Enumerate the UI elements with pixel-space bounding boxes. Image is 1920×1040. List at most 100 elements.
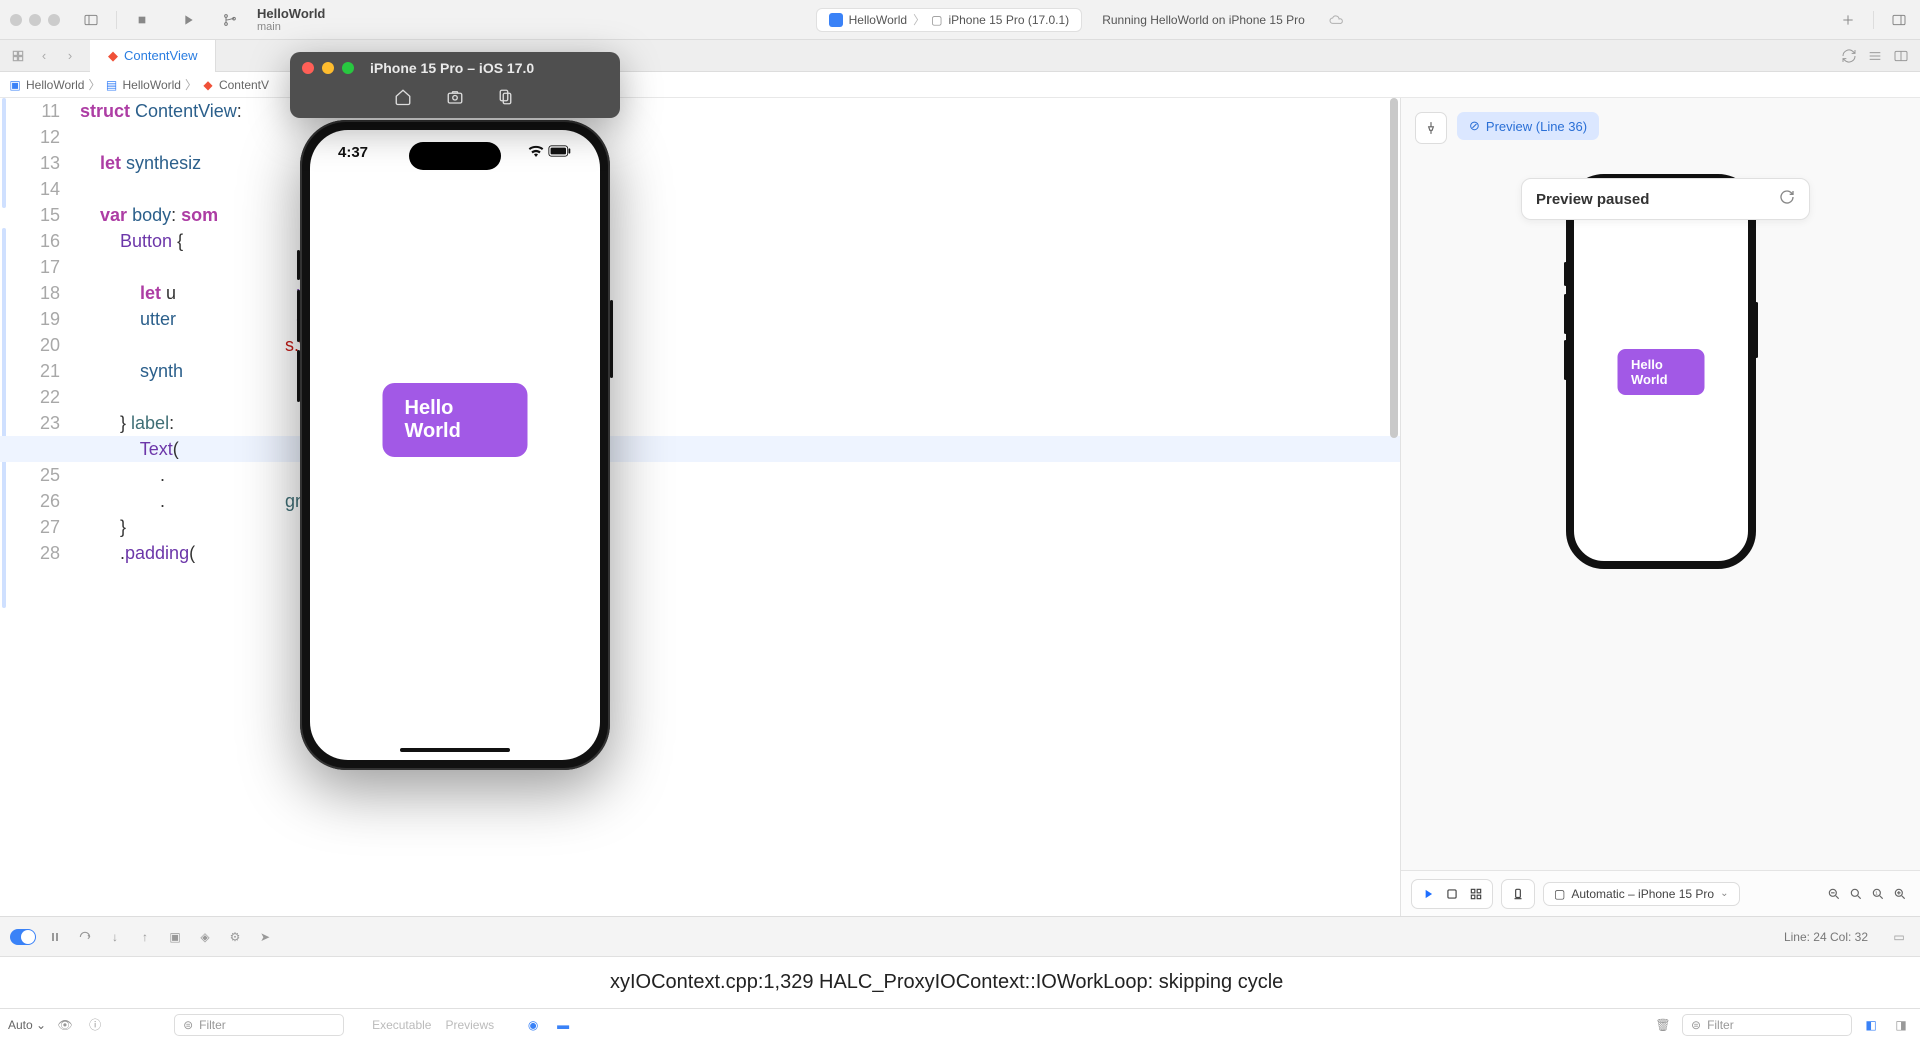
left-panel-toggle-icon[interactable] — [80, 9, 102, 31]
device-settings-icon — [1508, 884, 1528, 904]
bc-file: ContentV — [219, 78, 269, 92]
console-output[interactable]: xyIOContext.cpp:1,329 HALC_ProxyIOContex… — [0, 956, 1920, 1008]
simulator-titlebar[interactable]: iPhone 15 Pro – iOS 17.0 — [290, 52, 620, 118]
bc-project: HelloWorld — [26, 78, 84, 92]
preview-device-selector[interactable]: ▢ Automatic – iPhone 15 Pro ⌄ — [1543, 882, 1740, 906]
sim-close-button[interactable] — [302, 62, 314, 74]
step-over-button[interactable] — [74, 926, 96, 948]
pin-preview-button[interactable] — [1415, 112, 1447, 144]
refresh-icon[interactable] — [1838, 45, 1860, 67]
sim-minimize-button[interactable] — [322, 62, 334, 74]
bc-folder: HelloWorld — [122, 78, 180, 92]
console-indicator-icon[interactable]: ▬ — [552, 1014, 574, 1036]
console-left-pane-icon[interactable]: ◧ — [1860, 1014, 1882, 1036]
home-indicator[interactable] — [400, 748, 510, 752]
back-button[interactable]: ‹ — [32, 44, 56, 68]
preview-paused-banner: Preview paused — [1521, 178, 1810, 220]
tab-contentview[interactable]: ◆ ContentView — [90, 40, 216, 72]
scheme-selector[interactable]: HelloWorld main — [257, 6, 325, 33]
live-preview-button[interactable] — [1418, 884, 1438, 904]
simulator-device[interactable]: 4:37 Hello World — [300, 120, 610, 770]
view-icon[interactable]: 👁 — [54, 1014, 76, 1036]
scheme-title: HelloWorld — [257, 6, 325, 21]
memory-graph-button[interactable]: ◈ — [194, 926, 216, 948]
preview-device-label: Automatic – iPhone 15 Pro — [1571, 887, 1714, 901]
resume-preview-button[interactable] — [1779, 189, 1795, 209]
variants-preview-button[interactable] — [1466, 884, 1486, 904]
console-right-pane-icon[interactable]: ◨ — [1890, 1014, 1912, 1036]
dynamic-island — [409, 142, 501, 170]
vertical-scrollbar[interactable] — [1390, 98, 1398, 438]
right-panel-toggle-icon[interactable] — [1888, 9, 1910, 31]
preview-canvas[interactable]: Preview paused Hello World — [1401, 144, 1920, 870]
chevron-down-icon: ⌄ — [1720, 888, 1728, 899]
console-scope-selector[interactable]: Auto ⌄ — [8, 1018, 46, 1032]
tab-executable[interactable]: Executable — [372, 1018, 431, 1032]
location-button[interactable]: ➤ — [254, 926, 276, 948]
code-content[interactable]: struct ContentView: let synthesiz var bo… — [80, 98, 1400, 566]
simulator-title: iPhone 15 Pro – iOS 17.0 — [370, 60, 534, 76]
preview-toolbar: ▢ Automatic – iPhone 15 Pro ⌄ 1 — [1401, 870, 1920, 916]
add-button[interactable] — [1837, 9, 1859, 31]
sim-screenshot-button[interactable] — [444, 86, 466, 108]
info-icon[interactable]: ⓘ — [84, 1014, 106, 1036]
sim-rotate-button[interactable] — [496, 86, 518, 108]
device-icon: ▢ — [1554, 887, 1565, 901]
fullscreen-window-button[interactable] — [48, 14, 60, 26]
console-filter[interactable]: ⊜ Filter — [1682, 1014, 1852, 1036]
assistant-editor-icon[interactable] — [1890, 45, 1912, 67]
zoom-actual-button[interactable]: 1 — [1868, 884, 1888, 904]
step-out-button[interactable]: ↑ — [134, 926, 156, 948]
console-bottom-bar: Auto ⌄ 👁 ⓘ ⊜ Filter Executable Previews … — [0, 1008, 1920, 1040]
minimize-window-button[interactable] — [29, 14, 41, 26]
preview-location-badge[interactable]: ⊘ Preview (Line 36) — [1457, 112, 1599, 140]
svg-text:1: 1 — [1875, 890, 1878, 895]
chevron-right-icon: 〉 — [913, 11, 925, 28]
swift-file-icon: ◆ — [108, 48, 118, 64]
simulator-window[interactable]: iPhone 15 Pro – iOS 17.0 — [290, 52, 620, 118]
sim-home-button[interactable] — [392, 86, 414, 108]
device-settings-button[interactable] — [1501, 879, 1535, 909]
run-button[interactable] — [177, 9, 199, 31]
zoom-out-button[interactable] — [1824, 884, 1844, 904]
scheme-device-label: iPhone 15 Pro (17.0.1) — [948, 13, 1069, 27]
trash-button[interactable]: 🗑 — [1652, 1014, 1674, 1036]
forward-button[interactable]: › — [58, 44, 82, 68]
stop-button[interactable] — [131, 9, 153, 31]
filter-icon: ⊜ — [183, 1018, 193, 1032]
toolbar-center: HelloWorld 〉 ▢ iPhone 15 Pro (17.0.1) Ru… — [333, 8, 1829, 32]
breakpoints-toggle[interactable] — [10, 929, 36, 945]
step-into-button[interactable]: ↓ — [104, 926, 126, 948]
filter-placeholder: Filter — [199, 1018, 226, 1032]
sim-fullscreen-button[interactable] — [342, 62, 354, 74]
variables-filter[interactable]: ⊜ Filter — [174, 1014, 344, 1036]
tab-previews[interactable]: Previews — [445, 1018, 494, 1032]
related-items-icon[interactable] — [6, 44, 30, 68]
close-window-button[interactable] — [10, 14, 22, 26]
debug-view-button[interactable]: ▣ — [164, 926, 186, 948]
zoom-in-button[interactable] — [1890, 884, 1910, 904]
battery-icon — [548, 144, 572, 161]
preview-hello-button: Hello World — [1617, 349, 1704, 395]
app-hello-button[interactable]: Hello World — [383, 383, 528, 457]
cursor-position: Line: 24 Col: 32 — [1784, 930, 1868, 944]
pause-debug-button[interactable] — [44, 926, 66, 948]
environment-button[interactable]: ⚙ — [224, 926, 246, 948]
simulator-screen[interactable]: 4:37 Hello World — [310, 130, 600, 760]
zoom-fit-button[interactable] — [1846, 884, 1866, 904]
editor-tabbar: ‹ › ◆ ContentView — [0, 40, 1920, 72]
filter-icon: ⊜ — [1691, 1018, 1701, 1032]
editor-options-icon[interactable] — [1864, 45, 1886, 67]
branch-icon[interactable] — [219, 9, 241, 31]
minimap-toggle-icon[interactable]: ▭ — [1888, 926, 1910, 948]
swift-file-icon: ◆ — [201, 78, 215, 92]
scheme-app-label: HelloWorld — [849, 13, 907, 27]
status-clock: 4:37 — [338, 144, 368, 161]
code-editor[interactable]: 111213141516171819202122232425262728 str… — [0, 98, 1400, 916]
preview-badge-text: Preview (Line 36) — [1486, 119, 1587, 134]
metrics-icon[interactable]: ◉ — [522, 1014, 544, 1036]
scheme-destination-pill[interactable]: HelloWorld 〉 ▢ iPhone 15 Pro (17.0.1) — [816, 8, 1083, 32]
selectable-preview-button[interactable] — [1442, 884, 1462, 904]
preview-zoom-group: 1 — [1824, 884, 1910, 904]
breadcrumb[interactable]: ▣ HelloWorld 〉 ▤ HelloWorld 〉 ◆ ContentV — [0, 72, 1920, 98]
